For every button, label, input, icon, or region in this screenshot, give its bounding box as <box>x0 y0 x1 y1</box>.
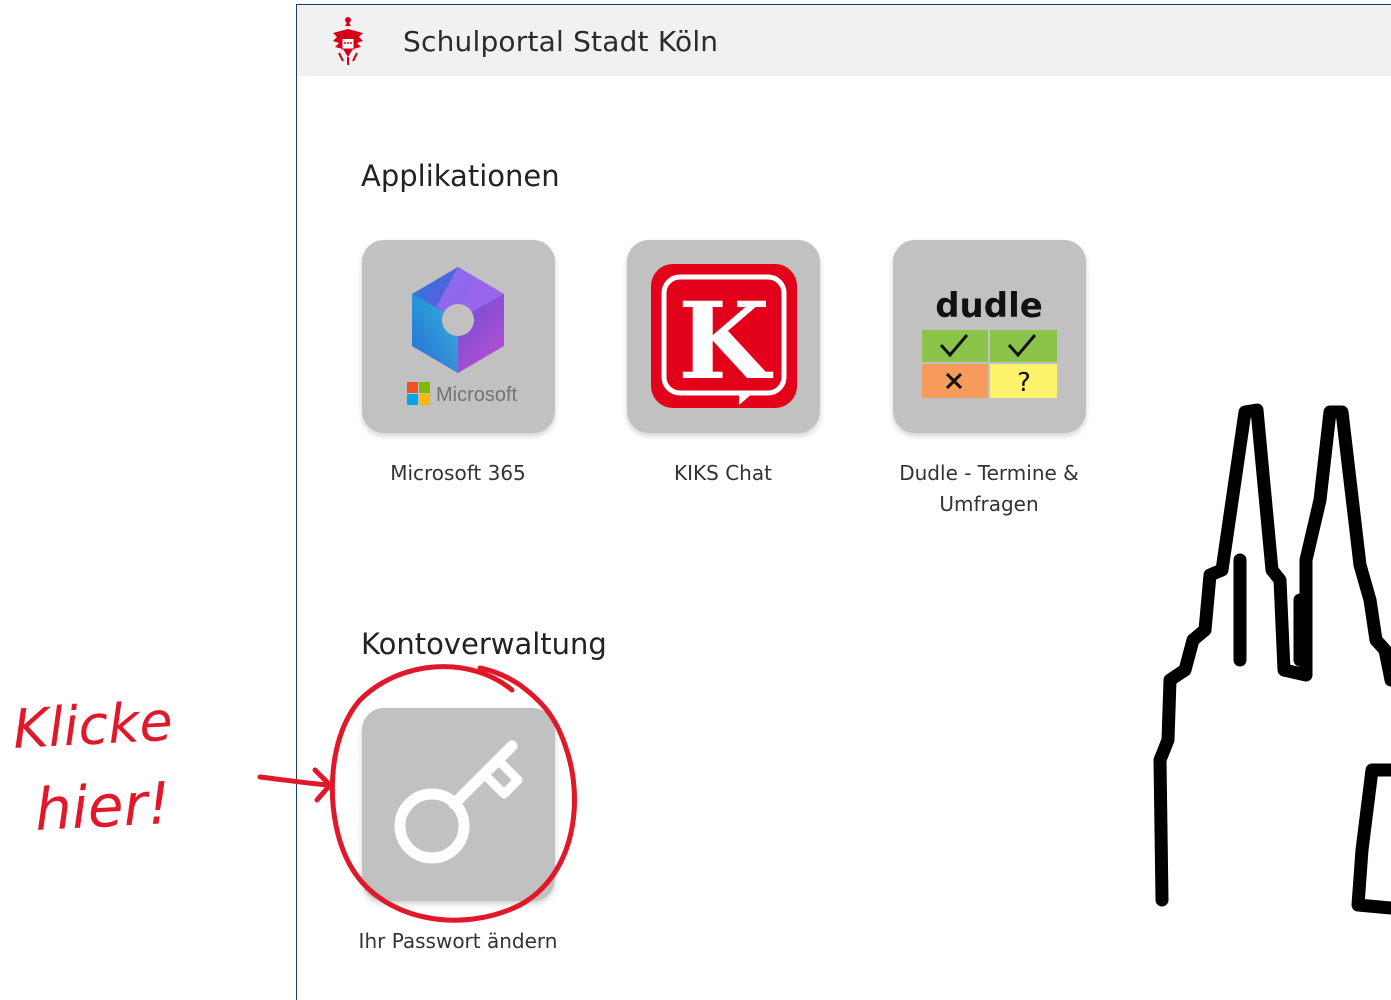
svg-text:K: K <box>678 278 774 403</box>
app-tile-kiks-chat[interactable]: K <box>627 240 820 433</box>
svg-text:?: ? <box>1017 368 1031 398</box>
portal-title: Schulportal Stadt Köln <box>403 25 719 58</box>
section-title-applikationen: Applikationen <box>361 159 560 193</box>
annotation-text-line1: Klicke <box>11 690 174 761</box>
svg-text:dudle: dudle <box>935 286 1043 326</box>
key-icon <box>394 740 523 864</box>
cologne-coat-of-arms-icon <box>333 17 363 65</box>
svg-text:Microsoft: Microsoft <box>436 384 518 406</box>
kiks-chat-icon: K <box>651 264 797 408</box>
portal-window: Schulportal Stadt Köln Applikationen Mic… <box>296 4 1391 1000</box>
app-tile-dudle[interactable]: dudle ? <box>893 240 1086 433</box>
microsoft-365-icon: Microsoft <box>407 267 518 406</box>
app-label-kiks-chat[interactable]: KIKS Chat <box>603 458 843 489</box>
account-tile-change-password[interactable] <box>362 708 555 901</box>
section-title-kontoverwaltung: Kontoverwaltung <box>361 627 607 661</box>
app-label-microsoft-365[interactable]: Microsoft 365 <box>338 458 578 489</box>
header-bar: Schulportal Stadt Köln <box>297 5 1391 76</box>
dudle-icon: dudle ? <box>922 286 1057 398</box>
annotation-text-line2: hier! <box>33 769 172 844</box>
app-label-dudle[interactable]: Dudle - Termine & Umfragen <box>869 458 1109 520</box>
app-tile-microsoft-365[interactable]: Microsoft <box>362 240 555 433</box>
account-label-change-password[interactable]: Ihr Passwort ändern <box>338 926 578 957</box>
